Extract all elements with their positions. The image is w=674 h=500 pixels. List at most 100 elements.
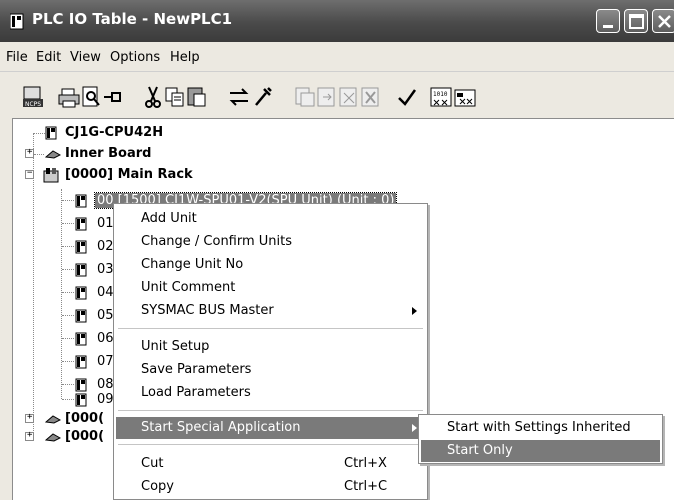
menu-item-start-with-settings-inherited[interactable]: Start with Settings Inherited	[421, 417, 660, 439]
menu-item-label: Change / Confirm Units	[141, 234, 293, 249]
submenu-arrow-icon	[412, 307, 417, 315]
minimize-button[interactable]	[596, 9, 620, 33]
maximize-icon	[629, 14, 644, 29]
menu-help[interactable]: Help	[170, 50, 200, 65]
rack-label: [000(	[65, 429, 105, 444]
tree-guide-line	[62, 338, 74, 339]
tree-guide-line	[62, 223, 74, 224]
menu-item-label: Cut	[141, 456, 164, 471]
rack-label: [000(	[65, 411, 105, 426]
plc-unit-icon	[45, 126, 57, 140]
unit-icon	[75, 194, 87, 208]
paste-icon	[187, 87, 206, 107]
transfer-icon	[229, 88, 249, 106]
menu-item-copy[interactable]: Copy Ctrl+C	[116, 476, 425, 498]
unit-icon	[75, 355, 87, 369]
ncps-button[interactable]: NCPS	[20, 83, 46, 111]
context-menu: Add Unit Change / Confirm Units Change U…	[113, 203, 428, 500]
minimize-icon	[603, 25, 613, 28]
menu-item-load-parameters[interactable]: Load Parameters	[116, 382, 425, 404]
unit-icon	[75, 393, 87, 407]
paste-button[interactable]	[184, 83, 210, 111]
menu-view[interactable]: View	[70, 50, 101, 65]
expand-toggle[interactable]: +	[25, 412, 34, 423]
pin-button[interactable]	[100, 83, 126, 111]
menu-item-unit-setup[interactable]: Unit Setup	[116, 336, 425, 358]
expand-toggle[interactable]: +	[25, 430, 34, 441]
menu-separator	[118, 328, 423, 329]
tree-guide-line	[62, 200, 74, 201]
menu-item-shortcut: Ctrl+X	[344, 456, 387, 471]
tree-guide-line	[62, 246, 74, 247]
menu-item-label: Start Special Application	[141, 420, 301, 435]
check-button[interactable]	[394, 83, 420, 111]
inner-board-label: Inner Board	[65, 146, 152, 161]
menu-item-start-only[interactable]: Start Only	[421, 440, 660, 462]
menu-item-change-confirm-units[interactable]: Change / Confirm Units	[116, 231, 425, 253]
delete-icon	[361, 87, 379, 107]
menu-separator	[118, 444, 423, 445]
menu-edit[interactable]: Edit	[36, 50, 61, 65]
unit-icon	[75, 263, 87, 277]
menu-item-label: Unit Setup	[141, 339, 210, 354]
menu-item-add-unit[interactable]: Add Unit	[116, 208, 425, 230]
tree-guide-line	[34, 154, 44, 155]
tree-node-main-rack[interactable]: [0000] Main Rack	[43, 165, 263, 185]
close-button[interactable]	[652, 9, 674, 33]
rack-icon	[43, 168, 59, 183]
board-icon	[45, 150, 61, 159]
delete-button[interactable]	[358, 83, 384, 111]
menu-item-change-unit-no[interactable]: Change Unit No	[116, 254, 425, 276]
plc-io-table-window: PLC IO Table - NewPLC1 File Edit View Op…	[0, 0, 674, 500]
cpu-label: CJ1G-CPU42H	[65, 125, 164, 140]
io-config-button[interactable]	[452, 83, 478, 111]
menu-bar: File Edit View Options Help	[0, 42, 674, 72]
main-rack-label: [0000] Main Rack	[65, 167, 193, 182]
menu-options[interactable]: Options	[110, 50, 160, 65]
transfer-button[interactable]	[226, 83, 252, 111]
menu-item-sysmac-bus-master[interactable]: SYSMAC BUS Master	[116, 300, 425, 322]
unit-icon	[75, 286, 87, 300]
io-table-button[interactable]: 1010	[428, 83, 454, 111]
unit-icon	[75, 217, 87, 231]
tree-node-cpu[interactable]: CJ1G-CPU42H	[45, 123, 245, 143]
tree-node-inner-board[interactable]: Inner Board	[45, 144, 245, 164]
menu-item-label: Save Parameters	[141, 362, 252, 377]
plus-icon: +	[27, 147, 33, 157]
ncps-icon: NCPS	[23, 86, 43, 108]
unit-icon	[75, 332, 87, 346]
window-title: PLC IO Table - NewPLC1	[32, 10, 233, 28]
maximize-button[interactable]	[624, 9, 648, 33]
io-table-icon: 1010	[430, 87, 452, 107]
submenu-arrow-icon	[412, 424, 417, 432]
toolbar: NCPS 1010	[0, 78, 674, 118]
menu-separator	[118, 410, 423, 411]
slot-label: 02	[97, 239, 114, 254]
tree-guide-line	[61, 189, 62, 399]
menu-item-unit-comment[interactable]: Unit Comment	[116, 277, 425, 299]
tree-guide-line	[62, 384, 74, 385]
slot-label: 05	[97, 308, 114, 323]
menu-item-cut[interactable]: Cut Ctrl+X	[116, 453, 425, 475]
title-bar[interactable]: PLC IO Table - NewPLC1	[0, 0, 674, 42]
expand-toggle[interactable]: +	[25, 147, 34, 158]
io-config-icon	[454, 89, 476, 107]
tree-guide-line	[62, 292, 74, 293]
menu-item-label: Add Unit	[141, 211, 197, 226]
menu-item-label: Load Parameters	[141, 385, 251, 400]
board-icon	[45, 433, 61, 442]
tree-guide-line	[62, 361, 74, 362]
collapse-toggle[interactable]: −	[25, 168, 34, 179]
svg-text:NCPS: NCPS	[25, 101, 41, 108]
tools-button[interactable]	[250, 83, 276, 111]
tree-guide-line	[62, 269, 74, 270]
unit-icon	[75, 240, 87, 254]
pin-icon	[104, 92, 121, 102]
menu-file[interactable]: File	[6, 50, 28, 65]
menu-item-label: Unit Comment	[141, 280, 236, 295]
board-icon	[45, 415, 61, 424]
menu-item-label: Change Unit No	[141, 257, 244, 272]
menu-item-label: Start Only	[447, 443, 513, 458]
menu-item-save-parameters[interactable]: Save Parameters	[116, 359, 425, 381]
menu-item-start-special-application[interactable]: Start Special Application	[116, 417, 425, 439]
